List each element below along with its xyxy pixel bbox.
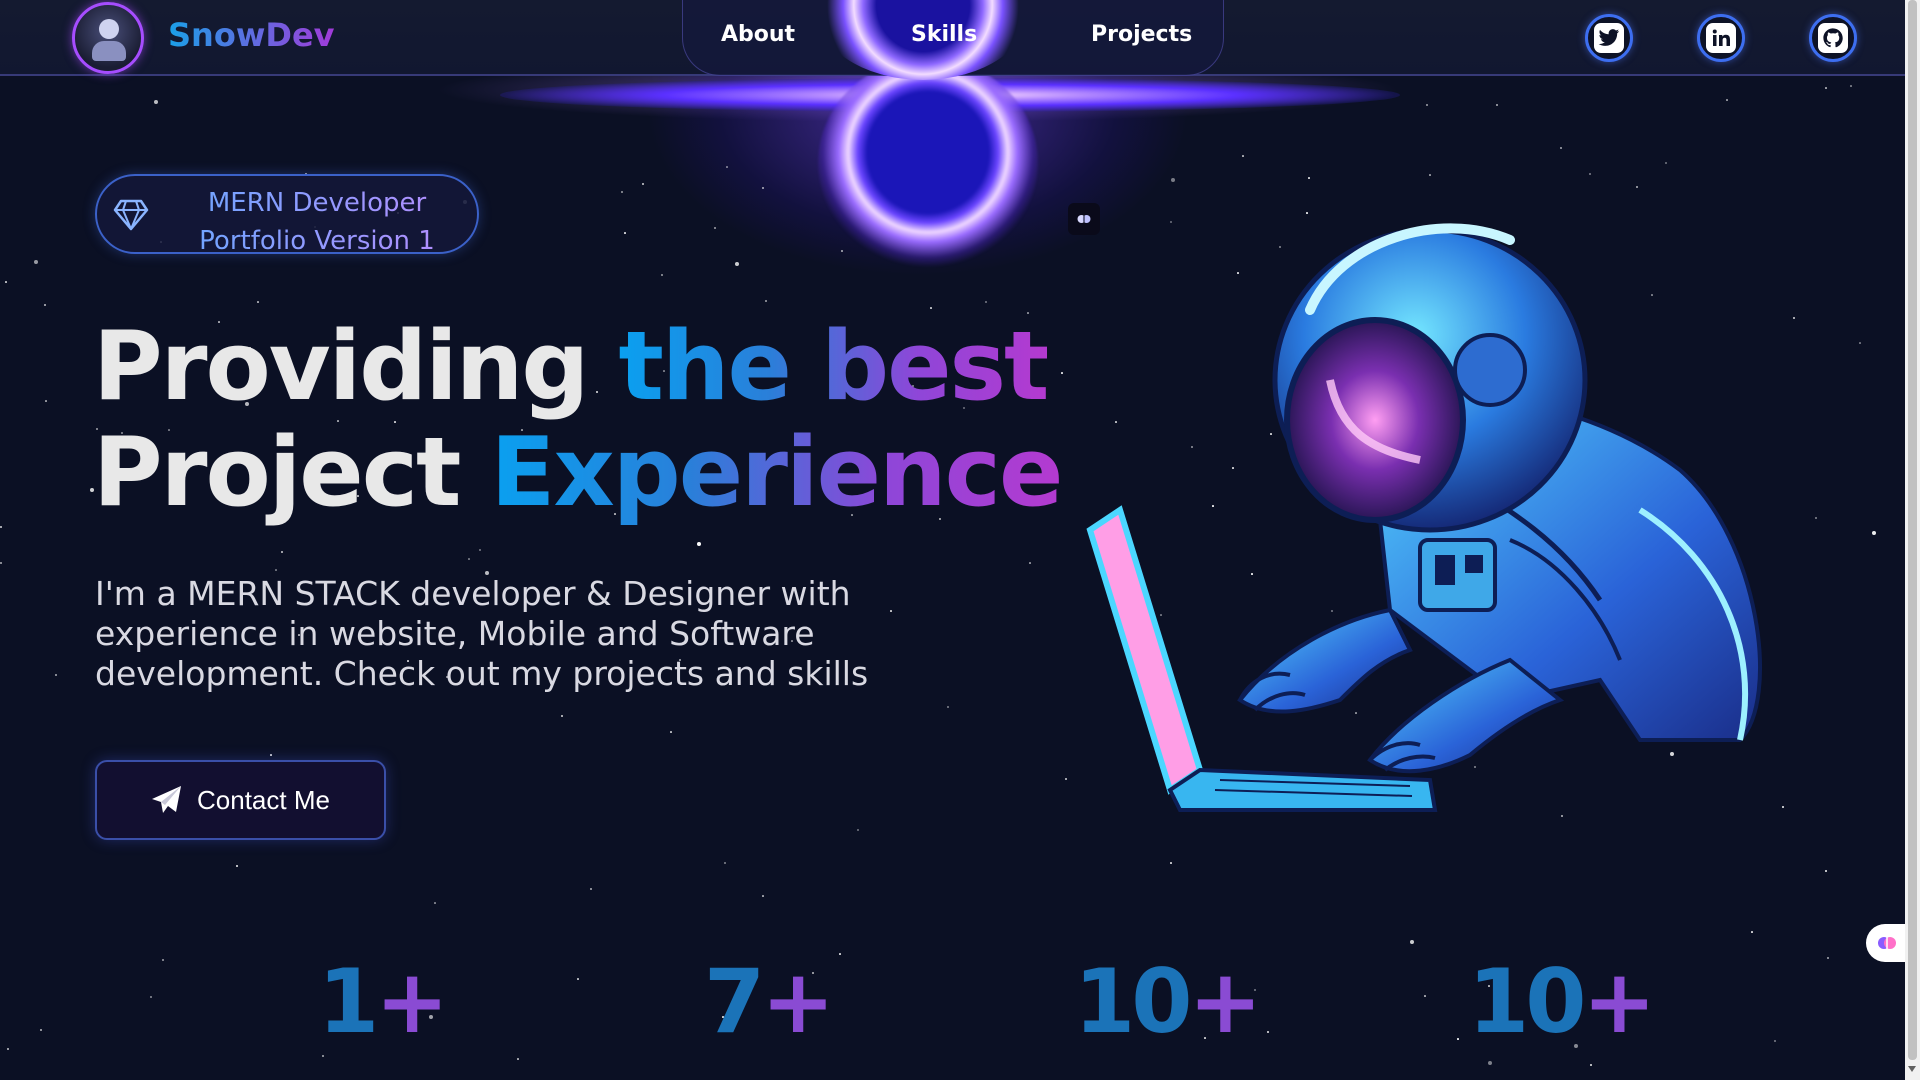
star [45, 400, 47, 402]
scroll-down-arrow-icon[interactable] [1908, 1066, 1916, 1072]
star [947, 706, 949, 708]
stat-item: 10+ [1468, 950, 1656, 1053]
star [55, 674, 57, 676]
star [275, 569, 277, 571]
star [0, 562, 2, 564]
star [714, 227, 716, 229]
scrollbar-thumb[interactable] [1908, 0, 1917, 1060]
stat-item: 7+ [704, 950, 835, 1053]
star [1872, 531, 1876, 535]
star [590, 888, 592, 890]
star [44, 304, 46, 306]
star [890, 610, 892, 612]
star [1308, 177, 1310, 179]
star [479, 549, 481, 551]
star [1825, 87, 1827, 89]
star [1850, 85, 1852, 87]
hero-headline: Providing the best Project Experience [93, 312, 1063, 528]
star [270, 754, 272, 756]
badge-text: MERN Developer Portfolio Version 1 [167, 184, 467, 260]
star [1426, 104, 1428, 106]
star [765, 300, 767, 302]
star [162, 959, 164, 961]
nav-projects[interactable]: Projects [1091, 22, 1192, 47]
brand-name[interactable]: SnowDev [168, 16, 335, 54]
star [0, 526, 2, 528]
brain-side-icon[interactable] [1866, 924, 1908, 962]
star [841, 250, 843, 252]
star [762, 187, 764, 189]
star [577, 978, 579, 980]
star [154, 100, 158, 104]
star [150, 996, 152, 998]
star [1429, 174, 1431, 176]
twitter-button[interactable] [1585, 14, 1633, 62]
paper-plane-icon [152, 786, 182, 813]
contact-me-button[interactable]: Contact Me [95, 760, 386, 840]
nav-skills[interactable]: Skills [911, 22, 977, 47]
stat-item: 1+ [318, 950, 449, 1053]
star [1751, 931, 1753, 933]
star [1589, 173, 1591, 175]
role-badge: MERN Developer Portfolio Version 1 [95, 174, 479, 254]
star [1774, 1040, 1776, 1042]
top-navbar: SnowDev About Skills Projects [0, 0, 1905, 80]
logo-avatar[interactable] [72, 2, 144, 74]
star [517, 1058, 519, 1060]
star [621, 191, 623, 193]
linkedin-icon [1706, 23, 1736, 53]
star [34, 260, 38, 264]
star [1726, 99, 1728, 101]
star [1827, 957, 1829, 959]
star [1410, 940, 1414, 944]
star [1590, 1064, 1592, 1066]
star [1267, 1031, 1269, 1033]
star [1665, 162, 1667, 164]
star [561, 715, 563, 717]
star [930, 307, 932, 309]
star [985, 301, 987, 303]
main-nav: About Skills Projects [682, 0, 1224, 80]
star [661, 274, 663, 276]
github-button[interactable] [1809, 14, 1857, 62]
star [236, 865, 238, 867]
star [726, 166, 728, 168]
star [724, 862, 726, 864]
star [735, 262, 739, 266]
star [40, 1029, 42, 1031]
black-hole-ring [818, 58, 1038, 268]
star [281, 551, 283, 553]
star [857, 829, 859, 831]
star [468, 558, 470, 560]
star [1170, 862, 1172, 864]
star [5, 281, 7, 283]
star [1424, 995, 1426, 997]
star [257, 301, 259, 303]
twitter-icon [1594, 23, 1624, 53]
star [322, 1055, 324, 1057]
star [1825, 870, 1827, 872]
diamond-icon [113, 198, 149, 236]
star [762, 895, 764, 897]
star [1496, 104, 1498, 106]
star [642, 183, 644, 185]
star [670, 731, 672, 733]
star [624, 232, 626, 234]
star [1029, 562, 1031, 564]
star [1457, 1038, 1459, 1040]
star [1488, 1061, 1492, 1065]
astronaut-illustration [1086, 223, 1762, 812]
linkedin-button[interactable] [1697, 14, 1745, 62]
star [1859, 342, 1861, 344]
star [1560, 147, 1562, 149]
star [434, 902, 436, 904]
star [839, 953, 841, 955]
star [7, 1048, 9, 1050]
github-icon [1818, 23, 1848, 53]
hero-description: I'm a MERN STACK developer & Designer wi… [95, 574, 869, 693]
star [697, 542, 701, 546]
nav-about[interactable]: About [721, 22, 795, 47]
star [1242, 155, 1244, 157]
stat-item: 10+ [1074, 950, 1262, 1053]
